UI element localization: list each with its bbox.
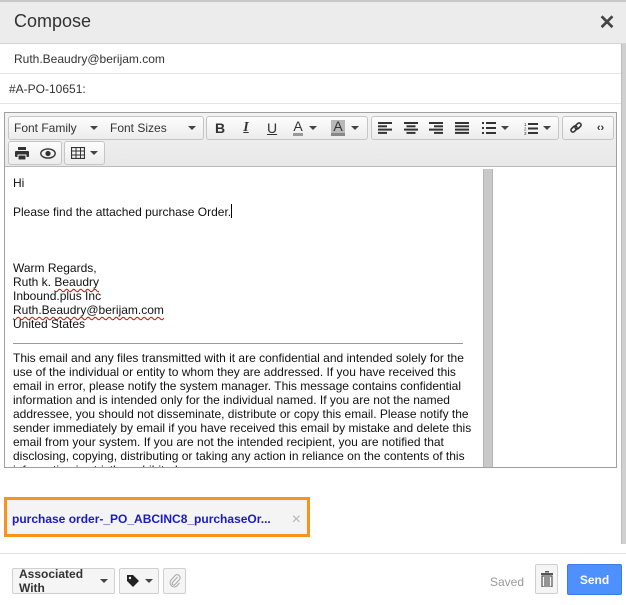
bold-button[interactable]: B: [207, 117, 233, 139]
paperclip-icon: [169, 574, 181, 588]
source-code-icon: ‹›: [596, 122, 605, 134]
background-color-button[interactable]: A: [325, 117, 365, 139]
chevron-down-icon: [350, 126, 359, 130]
font-sizes-label: Font Sizes: [110, 121, 167, 135]
rich-text-editor: Font Family Font Sizes B I U A A 1 2 3 ‹…: [4, 112, 617, 468]
background-color-icon: A: [331, 118, 345, 136]
footer-divider: [0, 553, 626, 554]
associated-with-dropdown[interactable]: Associated With: [12, 567, 115, 595]
preview-button[interactable]: [35, 142, 61, 164]
compose-title: Compose: [14, 11, 92, 31]
text-cursor: [231, 204, 233, 218]
associated-with-label: Associated With: [19, 567, 84, 595]
bullet-list-icon: [482, 122, 497, 134]
editor-content[interactable]: Hi Please find the attached purchase Ord…: [5, 168, 483, 467]
signature-country: United States: [13, 317, 86, 331]
send-button[interactable]: Send: [567, 564, 622, 595]
body-line: Please find the attached purchase Order.: [13, 204, 475, 219]
align-left-icon: [377, 122, 392, 134]
format-group: B I U A A: [206, 116, 368, 140]
trash-icon: [540, 571, 553, 587]
numbered-list-button[interactable]: 123: [516, 117, 558, 139]
close-icon[interactable]: ✕: [598, 12, 616, 34]
bold-icon: B: [214, 120, 226, 136]
align-center-icon: [403, 122, 418, 134]
align-justify-button[interactable]: [449, 117, 475, 139]
preview-icon: [40, 147, 56, 159]
italic-icon: I: [243, 120, 249, 135]
insert-group: ‹›: [562, 116, 614, 140]
font-family-select[interactable]: Font Family: [9, 117, 105, 139]
tag-icon: [126, 575, 139, 587]
body-line-text: Please find the attached purchase Order.: [13, 205, 232, 219]
paragraph-group: 123: [371, 116, 559, 140]
underline-icon: U: [266, 120, 278, 136]
source-code-button[interactable]: ‹›: [588, 117, 613, 139]
align-center-button[interactable]: [398, 117, 424, 139]
chevron-down-icon: [501, 126, 510, 130]
chevron-down-icon: [90, 126, 98, 130]
to-field[interactable]: Ruth.Beaudry@berijam.com: [0, 44, 621, 74]
table-icon: [71, 147, 85, 159]
dialog-scrollbar[interactable]: [621, 44, 626, 544]
compose-header: Compose ✕: [0, 2, 626, 44]
signature-divider: [13, 343, 463, 344]
signature-email: Ruth.Beaudry@berijam.com: [13, 303, 164, 317]
chevron-down-icon: [542, 126, 551, 130]
align-left-button[interactable]: [372, 117, 398, 139]
chevron-down-icon: [308, 126, 317, 130]
attachment-chip: purchase order-_PO_ABCINC8_purchaseOr...…: [4, 497, 310, 537]
svg-text:3: 3: [524, 131, 527, 135]
editor-scrollbar[interactable]: [483, 169, 493, 467]
chevron-down-icon: [188, 126, 196, 130]
tag-dropdown[interactable]: [119, 568, 159, 594]
signature-name: Ruth k. Beaudry: [13, 275, 475, 289]
font-family-label: Font Family: [14, 121, 77, 135]
editor-toolbar: Font Family Font Sizes B I U A A 1 2 3 ‹…: [5, 113, 616, 167]
table-group: [64, 141, 105, 165]
align-right-button[interactable]: [423, 117, 449, 139]
saved-status: Saved: [490, 575, 525, 589]
numbered-list-icon: 123: [524, 122, 538, 135]
chevron-down-icon: [100, 579, 108, 583]
align-justify-icon: [455, 122, 470, 134]
link-button[interactable]: [563, 117, 588, 139]
greeting-text: Hi: [13, 176, 25, 190]
chevron-down-icon: [90, 151, 98, 155]
text-color-icon: A: [293, 118, 303, 136]
signature-closing: Warm Regards,: [13, 261, 97, 275]
table-button[interactable]: [65, 142, 104, 164]
print-icon: [15, 146, 29, 160]
text-color-button[interactable]: A: [285, 117, 325, 139]
subject-field[interactable]: #A-PO-10651:: [0, 74, 621, 104]
attach-button[interactable]: [163, 568, 186, 594]
subject-value: #A-PO-10651:: [9, 82, 86, 96]
to-value: Ruth.Beaudry@berijam.com: [14, 52, 165, 66]
chevron-down-icon: [144, 579, 153, 583]
signature-company: Inbound.plus Inc: [13, 289, 102, 303]
disclaimer-text: This email and any files transmitted wit…: [13, 351, 472, 467]
discard-button[interactable]: [535, 564, 558, 594]
italic-button[interactable]: I: [233, 117, 259, 139]
signature-last-name: Beaudry: [54, 275, 100, 289]
align-right-icon: [429, 122, 444, 134]
remove-attachment-icon[interactable]: ×: [292, 511, 301, 529]
bullet-list-button[interactable]: [475, 117, 517, 139]
signature-first-name: Ruth k.: [13, 275, 55, 289]
attachment-link[interactable]: purchase order-_PO_ABCINC8_purchaseOr...: [12, 512, 271, 526]
link-icon: [569, 122, 582, 133]
font-group: Font Family Font Sizes: [8, 116, 204, 140]
print-button[interactable]: [9, 142, 35, 164]
underline-button[interactable]: U: [259, 117, 285, 139]
view-group: [8, 141, 62, 165]
font-sizes-select[interactable]: Font Sizes: [105, 117, 203, 139]
